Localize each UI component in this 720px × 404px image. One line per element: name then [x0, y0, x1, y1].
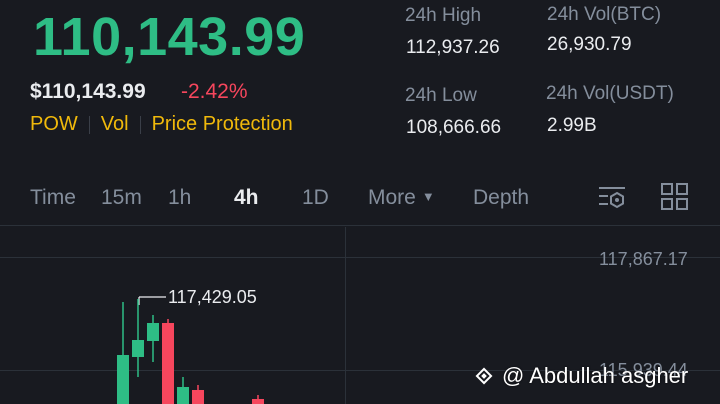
vol-btc-value: 26,930.79 — [547, 34, 632, 55]
last-price: 110,143.99 — [33, 7, 306, 67]
price-change-percent: -2.42% — [181, 80, 248, 103]
tag-price-protection[interactable]: Price Protection — [152, 113, 293, 136]
timeframe-bar: Time 15m 1h 4h 1D More ▼ Depth — [0, 170, 720, 226]
binance-logo-icon — [475, 367, 493, 385]
tab-1d[interactable]: 1D — [302, 186, 329, 210]
tag-pow[interactable]: POW — [30, 113, 78, 136]
vol-usdt-label: 24h Vol(USDT) — [546, 83, 674, 104]
watermark-text: @ Abdullah asgher — [502, 363, 689, 388]
chevron-down-icon: ▼ — [421, 189, 435, 204]
candle-body-up — [147, 323, 159, 341]
tab-15m[interactable]: 15m — [101, 186, 142, 210]
layout-grid-icon[interactable] — [660, 182, 690, 212]
candle-body-down — [192, 390, 204, 404]
tab-4h[interactable]: 4h — [234, 186, 259, 210]
tab-more-label: More — [368, 186, 416, 209]
vol-usdt-value: 2.99B — [547, 115, 597, 136]
price-axis-label-top: 117,867.17 — [599, 249, 688, 269]
tag-divider — [88, 115, 90, 134]
high-24h-label: 24h High — [405, 5, 482, 26]
low-24h-label: 24h Low — [405, 85, 477, 106]
candle-body-down — [162, 323, 174, 404]
candle-body-up — [177, 387, 189, 404]
candle-body-up — [132, 340, 144, 357]
low-24h-value: 108,666.66 — [406, 117, 502, 138]
tab-1h[interactable]: 1h — [168, 186, 191, 210]
candle-body-up — [117, 355, 129, 404]
high-24h-value: 112,937.26 — [406, 37, 500, 58]
token-tags: POW Vol Price Protection — [30, 113, 293, 136]
tab-time[interactable]: Time — [30, 186, 76, 210]
settings-indicator-icon[interactable] — [597, 182, 627, 212]
high-marker-label: 117,429.05 — [168, 287, 257, 307]
candles-layer — [117, 296, 264, 404]
candle-body-down — [252, 399, 264, 404]
vol-btc-label: 24h Vol(BTC) — [547, 4, 662, 25]
tag-divider — [139, 115, 141, 134]
tab-more[interactable]: More ▼ — [368, 186, 435, 210]
tab-depth[interactable]: Depth — [473, 186, 529, 210]
tag-vol[interactable]: Vol — [101, 113, 129, 136]
usd-price: $110,143.99 — [30, 80, 146, 103]
watermark: @ Abdullah asgher — [472, 363, 688, 389]
grid-line-vertical — [345, 227, 346, 404]
